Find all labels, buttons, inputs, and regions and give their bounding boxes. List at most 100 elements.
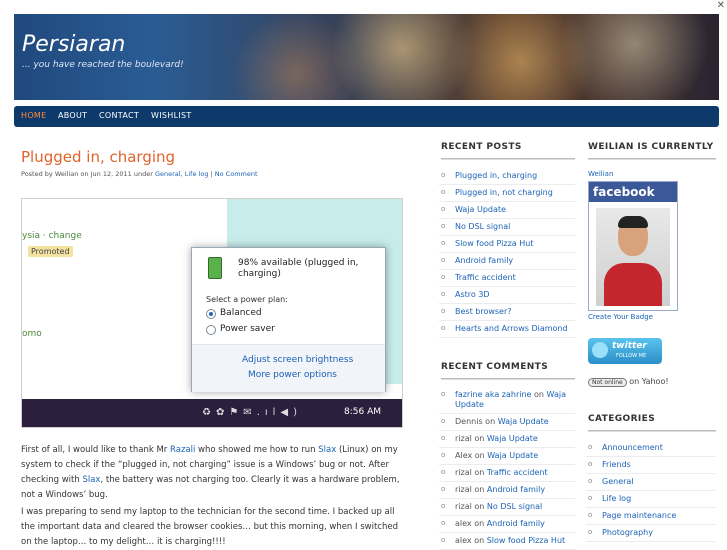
balanced-label: Balanced <box>220 308 262 318</box>
recent-posts-list: Plugged in, charging Plugged in, not cha… <box>439 168 575 338</box>
power-popup: 98% available (plugged in, charging) Sel… <box>191 247 386 392</box>
close-icon[interactable]: ✕ <box>717 0 725 11</box>
twitter-follow-button[interactable]: twitter FOLLOW ME <box>588 338 662 364</box>
nav-wishlist[interactable]: WISHLIST <box>151 111 192 120</box>
promoted-badge: Promoted <box>28 246 73 257</box>
recent-post-item[interactable]: Waja Update <box>439 202 575 219</box>
categories-heading: CATEGORIES <box>588 414 656 424</box>
category-lifelog-link[interactable]: Life log <box>185 170 209 178</box>
photo-shirt <box>604 263 662 306</box>
yahoo-label: on Yahoo! <box>629 377 669 386</box>
comment-post-link[interactable]: Traffic accident <box>487 468 548 477</box>
comment-post-link[interactable]: Waja Update <box>487 451 538 460</box>
recent-comment-item: alex on Slow food Pizza Hut <box>439 533 575 550</box>
power-saver-label: Power saver <box>220 324 275 334</box>
comment-post-link[interactable]: Waja Update <box>487 434 538 443</box>
post-paragraph-2: I was preparing to send my laptop to the… <box>21 507 398 547</box>
slax-link[interactable]: Slax <box>318 445 336 455</box>
recent-post-item[interactable]: Plugged in, charging <box>439 168 575 185</box>
site-header: Persiaran ... you have reached the boule… <box>14 14 719 100</box>
comment-connector: on <box>534 390 544 399</box>
razali-link[interactable]: Razali <box>170 445 195 455</box>
comment-connector: on <box>474 468 485 477</box>
p1-text-b: who showed me how to run <box>195 445 319 455</box>
category-item[interactable]: Photography <box>586 525 716 542</box>
category-item[interactable]: Announcement <box>586 440 716 457</box>
header-photo <box>14 14 719 100</box>
comment-connector: on <box>474 502 485 511</box>
comment-post-link[interactable]: Waja Update <box>498 417 549 426</box>
category-item[interactable]: General <box>586 474 716 491</box>
comment-post-link[interactable]: No DSL signal <box>487 502 542 511</box>
recent-post-item[interactable]: Hearts and Arrows Diamond <box>439 321 575 338</box>
recent-post-item[interactable]: Android family <box>439 253 575 270</box>
nav-contact[interactable]: CONTACT <box>99 111 139 120</box>
comment-post-link[interactable]: Slow food Pizza Hut <box>487 536 565 545</box>
comment-post-link[interactable]: Android family <box>487 485 545 494</box>
recent-post-item[interactable]: Slow food Pizza Hut <box>439 236 575 253</box>
comment-connector: on <box>474 485 485 494</box>
comment-author: Dennis <box>455 417 483 426</box>
comment-author: rizal <box>455 485 472 494</box>
twitter-sub-label: FOLLOW ME <box>616 353 647 359</box>
comment-post-link[interactable]: Android family <box>487 519 545 528</box>
post-meta-prefix: Posted by Weilian on Jun 12, 2011 under <box>21 170 153 178</box>
post-screenshot: ysia · change Promoted omo 98% available… <box>21 198 403 428</box>
nav-about[interactable]: ABOUT <box>58 111 87 120</box>
slax-link-2[interactable]: Slax <box>82 475 100 485</box>
category-item[interactable]: Life log <box>586 491 716 508</box>
recent-post-item[interactable]: No DSL signal <box>439 219 575 236</box>
recent-post-item[interactable]: Plugged in, not charging <box>439 185 575 202</box>
recent-posts-rule <box>441 158 575 160</box>
recent-posts-heading: RECENT POSTS <box>441 142 522 152</box>
twitter-label: twitter <box>612 341 647 351</box>
comment-connector: on <box>474 451 485 460</box>
photo-hair <box>618 216 648 228</box>
battery-status: 98% available (plugged in, charging) <box>238 258 359 279</box>
recent-comment-item: Alex on Waja Update <box>439 448 575 465</box>
facebook-user-link[interactable]: Weilian <box>588 170 613 178</box>
currently-heading: WEILIAN IS CURRENTLY <box>588 142 714 152</box>
currently-rule <box>588 158 716 160</box>
recent-comment-item: rizal on Waja Update <box>439 431 575 448</box>
comment-author: rizal <box>455 468 472 477</box>
recent-post-item[interactable]: Traffic accident <box>439 270 575 287</box>
categories-list: Announcement Friends General Life log Pa… <box>586 440 716 542</box>
balanced-radio <box>206 309 216 319</box>
yahoo-status[interactable]: Not online on Yahoo! <box>588 377 669 387</box>
comment-author: alex <box>455 519 472 528</box>
comments-link[interactable]: No Comment <box>215 170 258 178</box>
create-badge-link[interactable]: Create Your Badge <box>588 313 653 321</box>
comment-connector: on <box>474 434 485 443</box>
power-options-link: More power options <box>248 370 337 380</box>
comment-author: rizal <box>455 502 472 511</box>
screenshot-side-text: ysia · change <box>22 231 82 241</box>
post-title[interactable]: Plugged in, charging <box>21 148 175 166</box>
comment-author-link[interactable]: fazrine aka zahrine <box>455 390 531 399</box>
category-item[interactable]: Friends <box>586 457 716 474</box>
recent-post-item[interactable]: Astro 3D <box>439 287 575 304</box>
facebook-badge[interactable]: facebook <box>588 181 678 311</box>
category-item[interactable]: Page maintenance <box>586 508 716 525</box>
battery-icon <box>208 257 222 279</box>
tray-icons: ♻✿⚑✉.ıl◀) <box>202 407 303 418</box>
brightness-link: Adjust screen brightness <box>242 355 354 365</box>
category-general-link[interactable]: General <box>155 170 181 178</box>
recent-comment-item: Dennis on Waja Update <box>439 414 575 431</box>
popup-footer <box>192 344 385 392</box>
browser-top-strip: ✕ <box>0 0 727 14</box>
comment-author: rizal <box>455 434 472 443</box>
comment-connector: on <box>485 417 496 426</box>
recent-comment-item: alex on Android family <box>439 516 575 533</box>
recent-post-item[interactable]: Best browser? <box>439 304 575 321</box>
comment-connector: on <box>474 536 485 545</box>
site-title[interactable]: Persiaran <box>22 32 125 57</box>
select-plan-label: Select a power plan: <box>206 295 288 304</box>
nav-home[interactable]: HOME <box>21 111 46 120</box>
post-paragraph-1: First of all, I would like to thank Mr R… <box>21 443 411 503</box>
recent-comment-item: rizal on No DSL signal <box>439 499 575 516</box>
recent-comments-heading: RECENT COMMENTS <box>441 362 549 372</box>
yahoo-status-badge: Not online <box>588 378 627 387</box>
power-saver-radio <box>206 325 216 335</box>
post-meta: Posted by Weilian on Jun 12, 2011 under … <box>21 170 258 178</box>
